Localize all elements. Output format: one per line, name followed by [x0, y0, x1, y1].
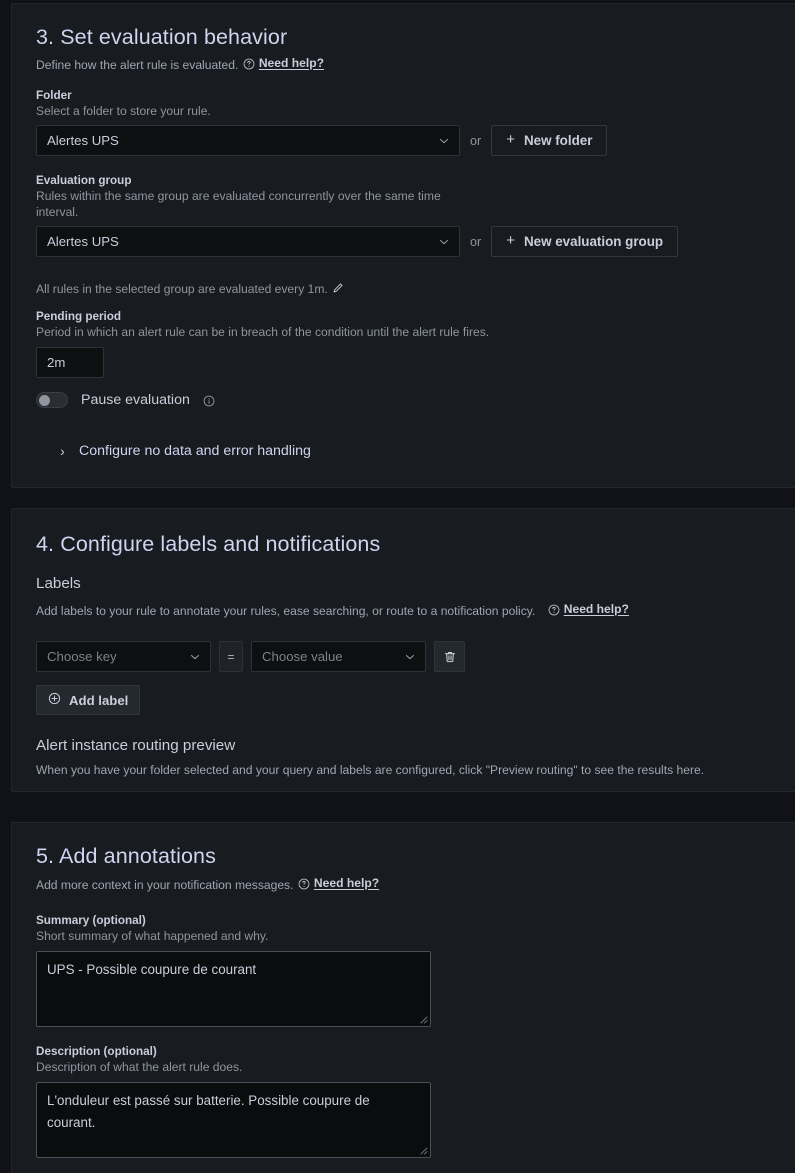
- resize-grip-icon[interactable]: [418, 1145, 428, 1155]
- chevron-down-icon: [437, 235, 451, 249]
- chevron-right-icon: ›: [60, 443, 65, 459]
- pending-period-description: Period in which an alert rule can be in …: [36, 325, 490, 339]
- label-row: Choose key = Choose value: [36, 641, 795, 672]
- summary-value: UPS - Possible coupure de courant: [47, 962, 257, 977]
- summary-description: Short summary of what happened and why.: [36, 929, 269, 943]
- configure-no-data-error-handling-label: Configure no data and error handling: [79, 443, 311, 459]
- routing-preview-heading: Alert instance routing preview: [36, 737, 236, 754]
- trash-icon: [443, 650, 457, 664]
- description-description: Description of what the alert rule does.: [36, 1060, 243, 1074]
- pending-period-label: Pending period: [36, 310, 122, 323]
- new-evaluation-group-button-label: New evaluation group: [523, 234, 664, 249]
- evaluation-group-or-word: or: [470, 234, 482, 249]
- labels-heading: Labels: [36, 575, 81, 592]
- need-help-label: Need help?: [258, 56, 324, 70]
- evaluation-group-description: Rules within the same group are evaluate…: [36, 189, 441, 219]
- add-label-button[interactable]: Add label: [36, 685, 141, 715]
- new-folder-button-label: New folder: [523, 133, 593, 148]
- section-card-evaluation-behavior: 3. Set evaluation behavior Define how th…: [11, 3, 795, 488]
- need-help-link-annotations[interactable]: Need help?: [298, 876, 379, 890]
- description-value: L'onduleur est passé sur batterie. Possi…: [47, 1093, 370, 1130]
- chevron-down-icon: [403, 650, 417, 664]
- evaluation-group-label: Evaluation group: [36, 174, 132, 187]
- folder-select[interactable]: Alertes UPS: [36, 125, 460, 156]
- delete-label-button[interactable]: [434, 641, 465, 672]
- summary-label: Summary (optional): [36, 914, 146, 927]
- need-help-link-labels[interactable]: Need help?: [548, 602, 629, 616]
- plus-icon: +: [506, 131, 515, 148]
- add-label-button-label: Add label: [69, 692, 129, 708]
- label-value-select[interactable]: Choose value: [251, 641, 426, 672]
- folder-description: Select a folder to store your rule.: [36, 104, 211, 118]
- labels-description: Add labels to your rule to annotate your…: [36, 604, 536, 618]
- question-circle-icon: [298, 878, 310, 890]
- description-label: Description (optional): [36, 1045, 157, 1058]
- chevron-down-icon: [188, 650, 202, 664]
- configure-no-data-error-handling-toggle[interactable]: › Configure no data and error handling: [58, 443, 795, 459]
- pause-evaluation-label: Pause evaluation: [81, 392, 190, 408]
- section-subtitle-annotations: Add more context in your notification me…: [36, 878, 294, 892]
- summary-textarea[interactable]: UPS - Possible coupure de courant: [36, 951, 431, 1027]
- resize-grip-icon[interactable]: [418, 1014, 428, 1024]
- pending-period-input[interactable]: 2m: [36, 347, 104, 378]
- evaluation-interval-note-row: All rules in the selected group are eval…: [36, 280, 795, 298]
- evaluation-group-select-value: Alertes UPS: [47, 234, 119, 249]
- section-title-evaluation: 3. Set evaluation behavior: [36, 25, 288, 49]
- folder-label: Folder: [36, 89, 72, 102]
- section-card-labels-notifications: 4. Configure labels and notifications La…: [11, 508, 795, 792]
- folder-select-value: Alertes UPS: [47, 133, 119, 148]
- description-textarea[interactable]: L'onduleur est passé sur batterie. Possi…: [36, 1082, 431, 1158]
- need-help-label: Need help?: [313, 876, 380, 890]
- plus-circle-icon: [48, 692, 61, 708]
- need-help-label: Need help?: [563, 602, 629, 616]
- evaluation-group-row: Alertes UPS or + New evaluation group: [36, 226, 795, 257]
- section-card-annotations: 5. Add annotations Add more context in y…: [11, 822, 795, 1173]
- new-evaluation-group-button[interactable]: + New evaluation group: [491, 226, 679, 257]
- need-help-link-evaluation[interactable]: Need help?: [243, 56, 324, 70]
- question-circle-icon: [548, 604, 560, 616]
- section-title-labels: 4. Configure labels and notifications: [36, 532, 381, 556]
- pending-period-value: 2m: [47, 355, 66, 370]
- evaluation-interval-note: All rules in the selected group are eval…: [36, 282, 328, 296]
- alert-rule-form-page: 3. Set evaluation behavior Define how th…: [0, 0, 795, 1173]
- label-key-select[interactable]: Choose key: [36, 641, 211, 672]
- pause-evaluation-row: Pause evaluation: [36, 392, 795, 408]
- label-equals-sign: =: [219, 641, 243, 672]
- toggle-knob: [39, 395, 50, 406]
- question-circle-icon: [243, 58, 255, 70]
- section-subtitle-evaluation: Define how the alert rule is evaluated.: [36, 58, 239, 72]
- pause-evaluation-toggle[interactable]: [36, 392, 68, 408]
- section-title-annotations: 5. Add annotations: [36, 844, 216, 868]
- new-folder-button[interactable]: + New folder: [491, 125, 608, 156]
- routing-preview-text: When you have your folder selected and y…: [36, 763, 705, 777]
- label-value-placeholder: Choose value: [262, 649, 343, 664]
- folder-or-word: or: [470, 133, 482, 148]
- evaluation-group-select[interactable]: Alertes UPS: [36, 226, 460, 257]
- chevron-down-icon: [437, 134, 451, 148]
- label-key-placeholder: Choose key: [47, 649, 117, 664]
- pencil-icon[interactable]: [332, 282, 344, 294]
- plus-icon: +: [506, 232, 515, 249]
- info-circle-icon[interactable]: [203, 395, 215, 407]
- folder-row: Alertes UPS or + New folder: [36, 125, 795, 156]
